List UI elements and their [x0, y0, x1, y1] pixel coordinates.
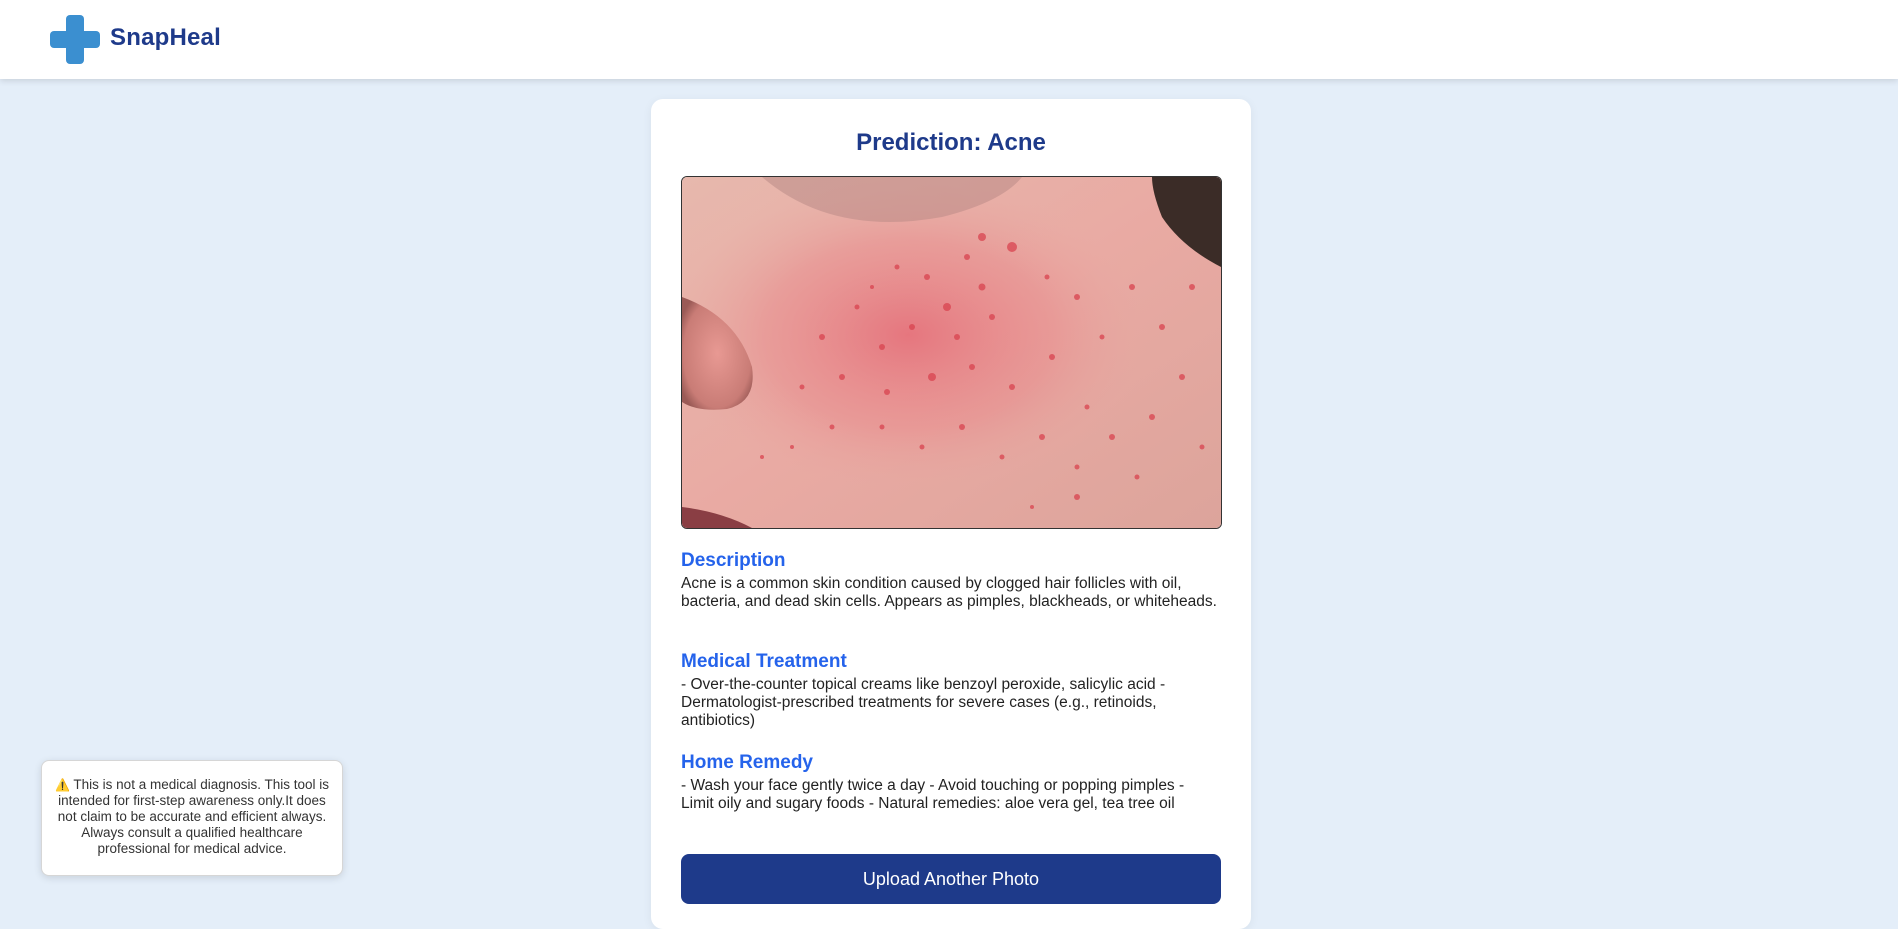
home-remedy-text: - Wash your face gently twice a day - Av… [681, 777, 1185, 812]
result-card: Prediction: Acne Description Acne is a c… [651, 99, 1251, 929]
prediction-title: Prediction: Acne [856, 129, 1046, 156]
warning-icon: ⚠️ [54, 778, 70, 792]
disclaimer-text: This is not a medical diagnosis. This to… [57, 777, 330, 856]
disclaimer-box: ⚠️ This is not a medical diagnosis. This… [41, 760, 343, 876]
medical-treatment-heading: Medical Treatment [681, 651, 847, 672]
uploaded-skin-photo [681, 176, 1222, 529]
medical-cross-icon[interactable] [49, 14, 101, 65]
home-remedy-heading: Home Remedy [681, 752, 813, 773]
description-heading: Description [681, 550, 786, 571]
upload-another-photo-button[interactable]: Upload Another Photo [681, 854, 1221, 904]
medical-treatment-text: - Over-the-counter topical creams like b… [681, 676, 1166, 729]
description-text: Acne is a common skin condition caused b… [681, 575, 1217, 610]
brand-name[interactable]: SnapHeal [110, 24, 221, 52]
top-header: SnapHeal [0, 0, 1898, 79]
